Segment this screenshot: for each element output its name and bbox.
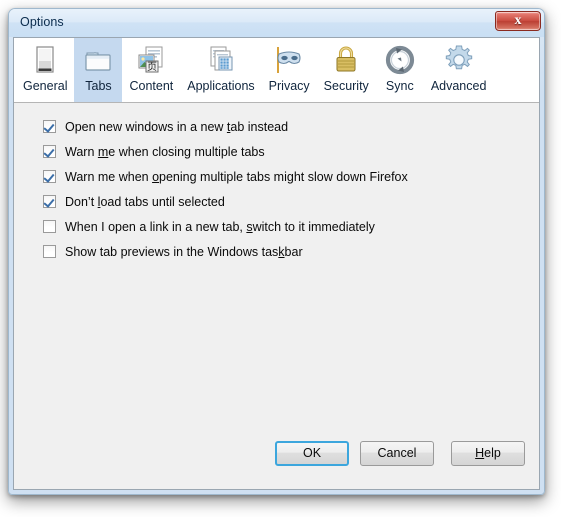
tab-label: Privacy — [268, 79, 310, 93]
checkbox-4[interactable] — [43, 220, 56, 233]
tabs-options-list: Open new windows in a new tab instead War… — [14, 104, 539, 429]
tab-general[interactable]: General — [16, 38, 74, 102]
tab-security[interactable]: Security — [317, 38, 376, 102]
tab-advanced[interactable]: Advanced — [424, 38, 494, 102]
option-row[interactable]: Open new windows in a new tab instead — [43, 114, 539, 139]
dialog-button-row: OK Cancel Help — [14, 429, 539, 489]
help-button[interactable]: Help — [451, 441, 525, 466]
option-label: Warn me when opening multiple tabs might… — [65, 169, 408, 184]
tab-label: Content — [129, 79, 174, 93]
option-label: Warn me when closing multiple tabs — [65, 144, 265, 159]
content-page-icon: 页 — [134, 43, 168, 77]
option-row[interactable]: Don’t load tabs until selected — [43, 189, 539, 214]
advanced-gear-icon — [442, 43, 476, 77]
checkbox-2[interactable] — [43, 170, 56, 183]
tab-label: Applications — [187, 79, 255, 93]
tab-applications[interactable]: Applications — [180, 38, 261, 102]
sync-arrows-icon — [383, 43, 417, 77]
tab-label: Security — [323, 79, 369, 93]
tab-sync[interactable]: Sync — [376, 38, 424, 102]
tab-label: Sync — [385, 79, 414, 93]
tab-content[interactable]: 页 Content — [122, 38, 180, 102]
option-label: When I open a link in a new tab, switch … — [65, 219, 375, 234]
option-row[interactable]: Show tab previews in the Windows taskbar — [43, 239, 539, 264]
ok-button[interactable]: OK — [275, 441, 349, 466]
option-row[interactable]: When I open a link in a new tab, switch … — [43, 214, 539, 239]
applications-icon — [204, 43, 238, 77]
tab-label: General — [23, 79, 68, 93]
options-dialog-window: Options x General Tabs 页 Content Application… — [8, 8, 545, 495]
option-row[interactable]: Warn me when closing multiple tabs — [43, 139, 539, 164]
checkbox-1[interactable] — [43, 145, 56, 158]
window-title: Options — [20, 15, 64, 29]
close-icon: x — [514, 13, 522, 28]
cancel-button[interactable]: Cancel — [360, 441, 434, 466]
tab-tabs[interactable]: Tabs — [74, 38, 123, 102]
checkbox-0[interactable] — [43, 120, 56, 133]
checkbox-5[interactable] — [43, 245, 56, 258]
tab-label: Advanced — [430, 79, 487, 93]
tab-privacy[interactable]: Privacy — [262, 38, 317, 102]
close-button[interactable]: x — [495, 11, 541, 31]
tab-label: Tabs — [85, 79, 112, 93]
option-label: Don’t load tabs until selected — [65, 194, 225, 209]
option-row[interactable]: Warn me when opening multiple tabs might… — [43, 164, 539, 189]
option-label: Open new windows in a new tab instead — [65, 119, 289, 134]
dialog-client-area: General Tabs 页 Content Applications Privacy Se… — [13, 37, 540, 490]
option-label: Show tab previews in the Windows taskbar — [65, 244, 303, 259]
checkbox-3[interactable] — [43, 195, 56, 208]
privacy-mask-icon — [272, 43, 306, 77]
tab-strip: General Tabs 页 Content Applications Privacy Se… — [14, 38, 539, 103]
security-lock-icon — [329, 43, 363, 77]
general-icon — [28, 43, 62, 77]
tabs-folder-icon — [81, 43, 115, 77]
title-bar[interactable]: Options x — [9, 9, 544, 37]
svg-text:页: 页 — [147, 61, 157, 73]
